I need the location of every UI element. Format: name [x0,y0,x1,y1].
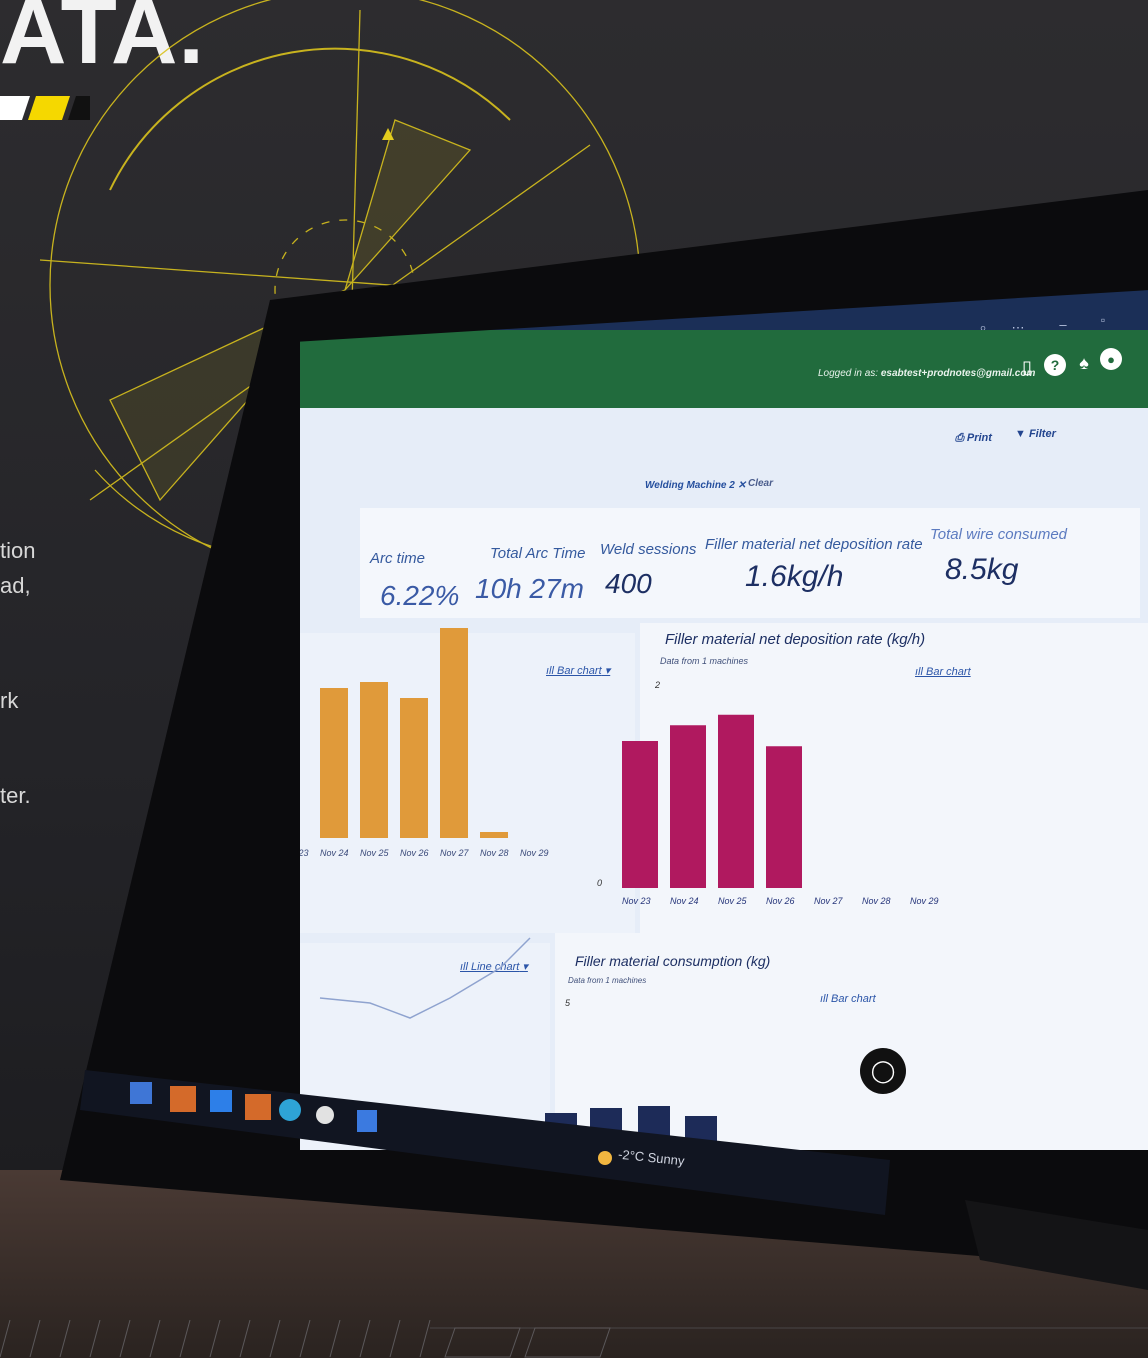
taskbar-app-6 [316,1106,334,1124]
taskbar-app-3 [210,1090,232,1112]
taskbar-app-7 [357,1110,377,1132]
taskbar-app-1 [130,1082,152,1104]
footer-decor [0,1320,1148,1358]
taskbar-app-5 [279,1099,301,1121]
taskbar [80,1070,890,1215]
taskbar-app-4 [245,1094,271,1120]
weather-icon [598,1151,612,1165]
taskbar-app-2 [170,1086,196,1112]
